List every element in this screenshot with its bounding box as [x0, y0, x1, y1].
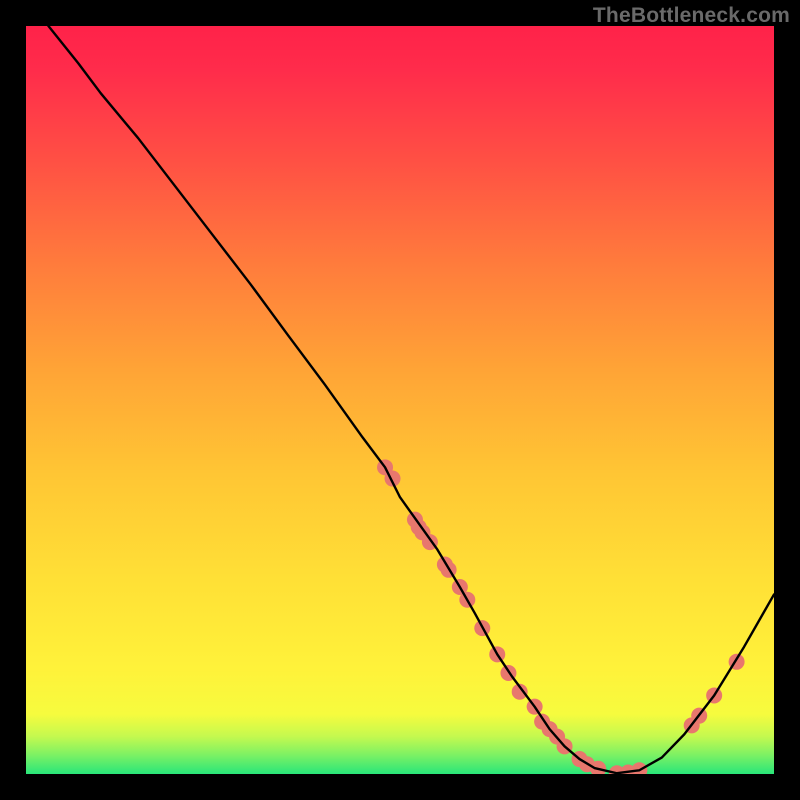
watermark-text: TheBottleneck.com — [593, 4, 790, 28]
chart-stage: TheBottleneck.com — [0, 0, 800, 800]
chart-plot-area — [26, 26, 774, 774]
chart-svg — [26, 26, 774, 774]
